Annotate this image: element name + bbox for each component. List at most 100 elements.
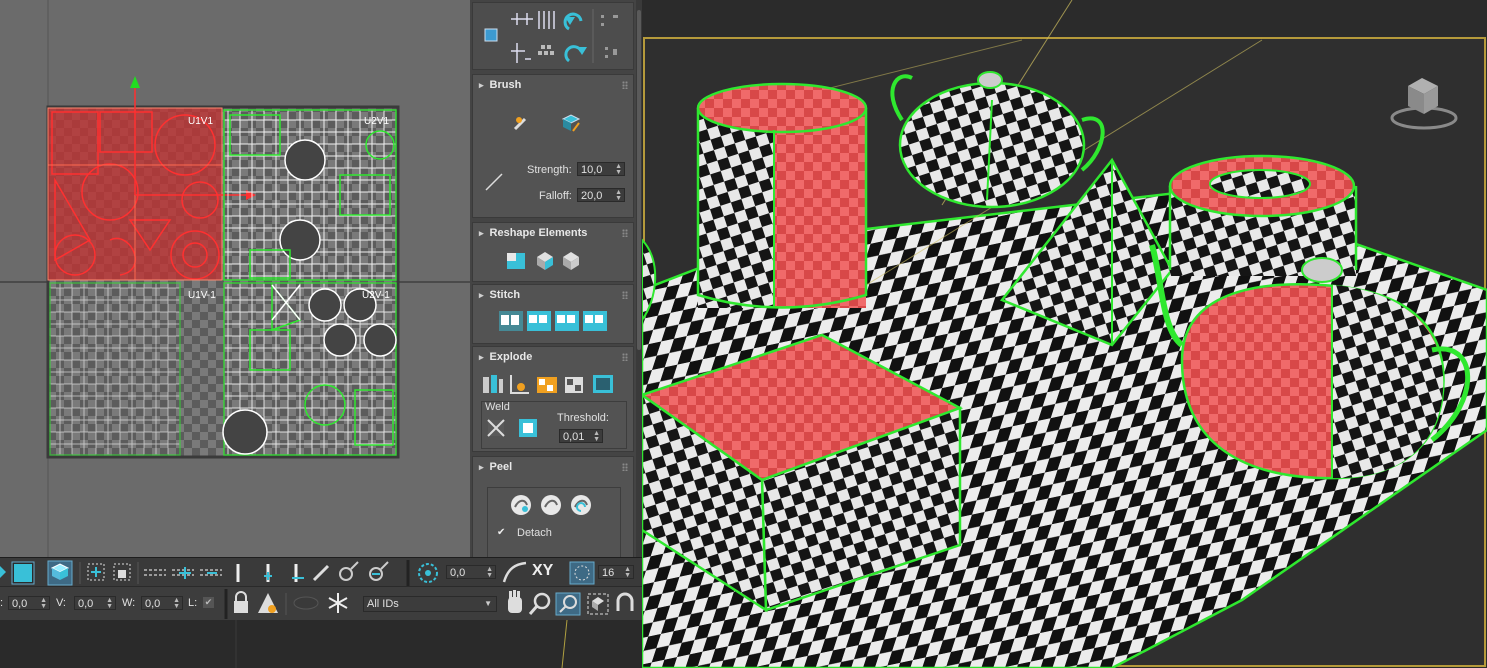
explode-tools[interactable] <box>481 371 627 397</box>
break-to-pieces-icon <box>537 377 557 393</box>
rollout-grip-icon[interactable] <box>622 291 628 299</box>
grid-value: 16 <box>602 567 615 579</box>
spinner-arrows-icon[interactable]: ▲ ▼ <box>486 566 493 579</box>
explode-rollout-title[interactable]: Explode <box>473 347 633 367</box>
rollout-grip-icon[interactable] <box>622 229 628 237</box>
l-checkbox[interactable]: ✔ <box>203 597 214 608</box>
move-gizmo-y <box>130 76 140 88</box>
quick-transform-icons[interactable] <box>473 3 633 69</box>
w-value: 0,0 <box>145 598 161 610</box>
spinner-arrows-icon[interactable]: ▲ ▼ <box>106 597 113 610</box>
stitch-target-icon <box>583 311 607 331</box>
falloff-label: Falloff: <box>539 190 572 202</box>
falloff-value: 20,0 <box>581 190 603 202</box>
relax-settings-icon <box>563 252 579 270</box>
uv-toolbar-row2: : 0,0 ▲ ▼ V: 0,0 ▲ ▼ W: 0,0 ▲ ▼ L: ✔ All IDs ▼ <box>0 586 642 621</box>
stitch-source-icon <box>527 311 551 331</box>
relax-brush-icon[interactable] <box>559 111 581 133</box>
quick-peel-icon <box>511 495 531 515</box>
uv-tile-label: U1V1 <box>188 116 214 127</box>
freeze-snowflake-icon <box>328 593 348 613</box>
peel-rollout: Peel ✔ Detach <box>472 456 634 557</box>
paint-select-icons <box>312 561 389 582</box>
v-spinner[interactable]: 0,0 ▲ ▼ <box>74 596 116 610</box>
rotate-angle-icon <box>418 563 438 583</box>
zoom-icon <box>528 592 551 615</box>
uv-tile-label: U2V1 <box>364 116 390 127</box>
falloff-spinner[interactable]: 20,0 ▲ ▼ <box>577 188 625 202</box>
reset-peel-icon <box>571 495 591 515</box>
uv-rollout-panel: Brush Strength: 10,0 ▲▼ Falloff: 20,0 ▲▼ R… <box>470 0 642 557</box>
u-value: 0,0 <box>12 598 28 610</box>
id-filter-dropdown[interactable]: All IDs ▼ <box>363 596 497 612</box>
quick-transform-rollout <box>472 2 634 70</box>
peel-tools[interactable] <box>511 493 595 517</box>
shrink-selection-icon <box>113 563 131 581</box>
reshape-rollout-title[interactable]: Reshape Elements <box>473 223 633 243</box>
rollout-grip-icon[interactable] <box>622 81 628 89</box>
brush-rollout-title[interactable]: Brush <box>473 75 633 95</box>
xy-toggle[interactable]: XY <box>532 562 553 580</box>
uv-shells-u2v1 <box>223 109 397 281</box>
perspective-viewport[interactable] <box>642 0 1487 668</box>
row2-tools[interactable] <box>224 587 364 621</box>
uv-tile-label: U2V-1 <box>362 290 390 301</box>
weld-all-icon[interactable] <box>517 417 539 439</box>
strength-value: 10,0 <box>581 164 603 176</box>
falloff-curve-icon[interactable] <box>483 171 505 193</box>
chevron-down-icon[interactable]: ▼ <box>484 599 492 608</box>
pan-hand-icon <box>508 590 522 613</box>
navigation-tools[interactable] <box>500 587 642 621</box>
id-filter-value: All IDs <box>367 598 399 610</box>
grid-snap-icon <box>569 561 595 585</box>
spinner-arrows-icon[interactable]: ▲ ▼ <box>624 566 631 579</box>
stitch-rollout-title[interactable]: Stitch <box>473 285 633 305</box>
grid-spinner[interactable]: 16 ▲ ▼ <box>598 565 634 579</box>
spinner-arrows-icon[interactable]: ▲ ▼ <box>40 597 47 610</box>
freeze-eye-icon <box>293 596 319 610</box>
v-label: V: <box>56 597 66 609</box>
uv-toolbar-row1: 0,0 ▲ ▼ XY 16 ▲ ▼ <box>0 557 642 587</box>
vertex-mode-icon <box>0 566 6 578</box>
angle-spinner[interactable]: 0,0 ▲ ▼ <box>446 565 496 579</box>
angle-value: 0,0 <box>450 567 466 579</box>
spinner-arrows-icon[interactable]: ▲ ▼ <box>615 163 622 176</box>
reshape-tools[interactable] <box>505 249 595 273</box>
panel-scrollbar-thumb[interactable] <box>637 10 641 350</box>
w-spinner[interactable]: 0,0 ▲ ▼ <box>141 596 183 610</box>
straighten-icon <box>507 253 525 269</box>
threshold-value: 0,01 <box>563 431 585 443</box>
weld-selected-icon[interactable] <box>485 417 507 439</box>
stitch-tools[interactable] <box>497 309 609 333</box>
u-spinner[interactable]: 0,0 ▲ ▼ <box>8 596 50 610</box>
brush-rollout: Brush Strength: 10,0 ▲▼ Falloff: 20,0 ▲▼ <box>472 74 634 218</box>
uv-editor-canvas[interactable]: U1V1 U2V1 U1V-1 U2V-1 <box>0 0 470 557</box>
stitch-average-icon <box>555 311 579 331</box>
pinch-brush-icon[interactable] <box>511 111 533 133</box>
spinner-arrows-icon[interactable]: ▲ ▼ <box>593 430 600 443</box>
grow-selection-icon <box>87 563 105 581</box>
stitch-rollout: Stitch <box>472 284 634 344</box>
uv-layout[interactable] <box>0 0 470 557</box>
status-strip <box>0 620 642 668</box>
hide-icon <box>258 593 278 613</box>
detach-checkbox[interactable]: ✔ <box>497 528 507 538</box>
reshape-elements-rollout: Reshape Elements <box>472 222 634 282</box>
l-label: L: <box>188 597 198 609</box>
snap-magnet-icon <box>616 592 634 611</box>
strength-spinner[interactable]: 10,0 ▲ ▼ <box>577 162 625 176</box>
spinner-arrows-icon[interactable]: ▲ ▼ <box>173 597 180 610</box>
ring-select-icons <box>236 564 304 582</box>
uv-tile-label: U1V-1 <box>188 290 216 301</box>
v-value: 0,0 <box>78 598 94 610</box>
weld-label: Weld <box>485 401 510 413</box>
relax-icon <box>537 252 553 270</box>
explode-rollout: Explode Weld Threshold: 0,01 ▲▼ <box>472 346 634 452</box>
peel-rollout-title[interactable]: Peel <box>473 457 633 477</box>
viewport-scene[interactable] <box>642 0 1487 668</box>
threshold-label: Threshold: <box>557 412 609 424</box>
spinner-arrows-icon[interactable]: ▲ ▼ <box>615 189 622 202</box>
rollout-grip-icon[interactable] <box>622 463 628 471</box>
threshold-spinner[interactable]: 0,01 ▲ ▼ <box>559 429 603 443</box>
rollout-grip-icon[interactable] <box>622 353 628 361</box>
